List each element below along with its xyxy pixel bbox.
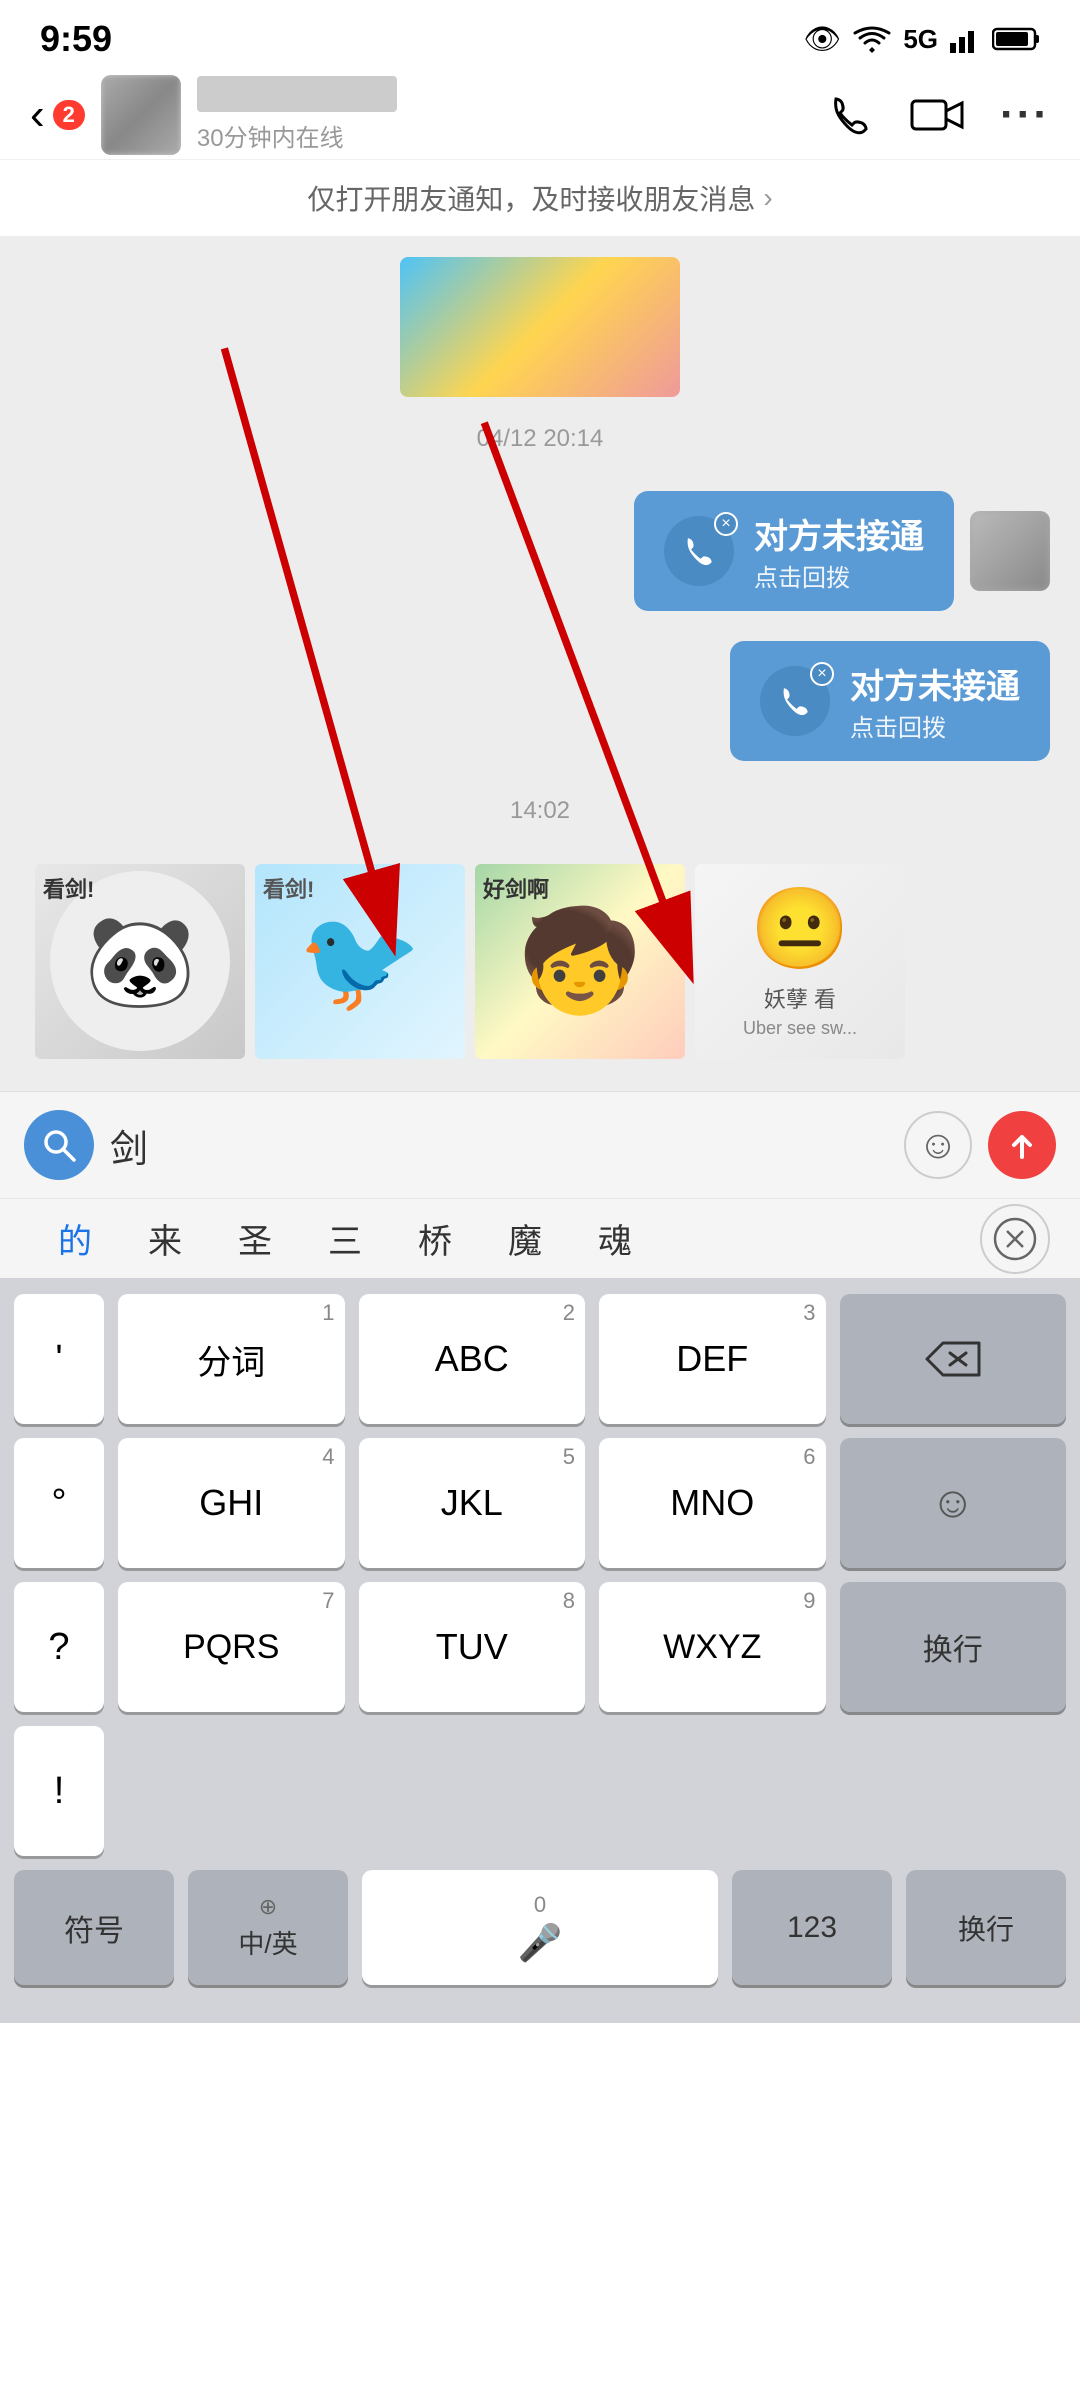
signal-5g: 5G: [903, 24, 938, 55]
top-sticker-preview: [0, 257, 1080, 397]
sticker-preview-image: [400, 257, 680, 397]
battery-icon: [992, 26, 1040, 52]
key-3-def[interactable]: 3 DEF: [599, 1294, 826, 1424]
call-icon-2: ×: [760, 666, 830, 736]
timestamp-2: 14:02: [0, 787, 1080, 835]
notification-banner[interactable]: 仅打开朋友通知，及时接收朋友消息 ›: [0, 160, 1080, 237]
phone-icon[interactable]: [826, 91, 874, 139]
video-icon[interactable]: [910, 95, 964, 135]
sticker-duck[interactable]: 🐦 看剑!: [250, 861, 470, 1061]
sticker-panda[interactable]: 🐼 看剑!: [30, 861, 250, 1061]
header-actions: ···: [826, 90, 1050, 140]
key-2-abc[interactable]: 2 ABC: [359, 1294, 586, 1424]
key-symbol[interactable]: 符号: [14, 1870, 174, 1985]
call-icon-1: ×: [664, 516, 734, 586]
key-emoji[interactable]: ☺: [840, 1438, 1067, 1568]
back-arrow: ‹: [30, 90, 45, 140]
chat-area: 04/12 20:14 × 对方未接通 点击回拨 ×: [0, 237, 1080, 1091]
timestamp-1: 04/12 20:14: [0, 417, 1080, 461]
suggestion-hun[interactable]: 魂: [570, 1199, 660, 1278]
key-6-mno[interactable]: 6 MNO: [599, 1438, 826, 1568]
key-8-tuv[interactable]: 8 TUV: [359, 1582, 586, 1712]
contact-name: [197, 76, 397, 112]
contact-info: 30分钟内在线: [197, 76, 826, 153]
suggestion-san[interactable]: 三: [300, 1199, 390, 1278]
key-5-jkl[interactable]: 5 JKL: [359, 1438, 586, 1568]
suggestion-row: 的 来 圣 三 桥 魔 魂: [0, 1198, 1080, 1278]
back-button[interactable]: ‹ 2: [30, 90, 85, 140]
backspace-icon: [923, 1339, 983, 1379]
missed-call-row-2: × 对方未接通 点击回拨: [0, 631, 1080, 771]
key-123[interactable]: 123: [732, 1870, 892, 1985]
send-button[interactable]: [988, 1111, 1056, 1179]
notification-text: 仅打开朋友通知，及时接收朋友消息: [307, 178, 755, 218]
key-degree[interactable]: °: [14, 1438, 104, 1568]
emoji-button[interactable]: ☺: [904, 1111, 972, 1179]
missed-call-bubble-2[interactable]: × 对方未接通 点击回拨: [730, 641, 1050, 761]
input-bar: 剑 ☺: [0, 1091, 1080, 1198]
signal-icon: [950, 25, 980, 53]
suggestion-delete-button[interactable]: [980, 1204, 1050, 1274]
suggestion-qiao[interactable]: 桥: [390, 1199, 480, 1278]
missed-call-row-1: × 对方未接通 点击回拨: [0, 481, 1080, 621]
eye-icon: 👁: [803, 22, 841, 57]
missed-call-text-2: 对方未接通 点击回拨: [850, 659, 1020, 743]
contact-status: 30分钟内在线: [197, 118, 826, 153]
sender-avatar-1: [970, 511, 1050, 591]
send-icon: [1006, 1129, 1038, 1161]
key-return[interactable]: 换行: [906, 1870, 1066, 1985]
suggestion-mo[interactable]: 魔: [480, 1199, 570, 1278]
sticker-meme[interactable]: 😐 妖孽 看Uber see sw...: [690, 861, 910, 1061]
key-exclaim[interactable]: !: [14, 1726, 104, 1856]
contact-avatar: [101, 75, 181, 155]
keyboard: ' ° ? ! 1 分词 2 ABC 3 DEF: [0, 1278, 1080, 2023]
call-x-icon-2: ×: [810, 662, 834, 686]
status-icons: 👁 5G: [803, 22, 1040, 57]
call-x-icon: ×: [714, 512, 738, 536]
missed-call-text-1: 对方未接通 点击回拨: [754, 509, 924, 593]
suggestion-lai[interactable]: 来: [120, 1199, 210, 1278]
key-apostrophe[interactable]: ': [14, 1294, 104, 1424]
sticker-row: 🐼 看剑! 🐦 看剑! 🧒 好剑啊 😐 妖孽 看Uber see sw...: [0, 851, 1080, 1071]
search-button[interactable]: [24, 1110, 94, 1180]
status-bar: 9:59 👁 5G: [0, 0, 1080, 70]
input-text[interactable]: 剑: [110, 1118, 888, 1173]
search-icon: [41, 1127, 77, 1163]
key-lang[interactable]: ⊕ 中/英: [188, 1870, 348, 1985]
key-4-ghi[interactable]: 4 GHI: [118, 1438, 345, 1568]
status-time: 9:59: [40, 18, 112, 60]
suggestion-de[interactable]: 的: [30, 1199, 120, 1278]
sticker-game[interactable]: 🧒 好剑啊: [470, 861, 690, 1061]
key-1-fenci[interactable]: 1 分词: [118, 1294, 345, 1424]
notification-chevron: ›: [763, 182, 772, 214]
emoji-icon: ☺: [918, 1123, 959, 1168]
key-space[interactable]: 0 🎤: [362, 1870, 718, 1985]
key-enter[interactable]: 换行: [840, 1582, 1067, 1712]
wifi-icon: [853, 25, 891, 53]
key-7-pqrs[interactable]: 7 PQRS: [118, 1582, 345, 1712]
suggestion-sheng[interactable]: 圣: [210, 1199, 300, 1278]
delete-circle-icon: [993, 1217, 1037, 1261]
back-badge: 2: [53, 100, 85, 130]
chat-header: ‹ 2 30分钟内在线 ···: [0, 70, 1080, 160]
missed-call-bubble-1[interactable]: × 对方未接通 点击回拨: [634, 491, 954, 611]
more-icon[interactable]: ···: [1000, 90, 1050, 140]
key-backspace[interactable]: [840, 1294, 1067, 1424]
key-9-wxyz[interactable]: 9 WXYZ: [599, 1582, 826, 1712]
key-question[interactable]: ?: [14, 1582, 104, 1712]
